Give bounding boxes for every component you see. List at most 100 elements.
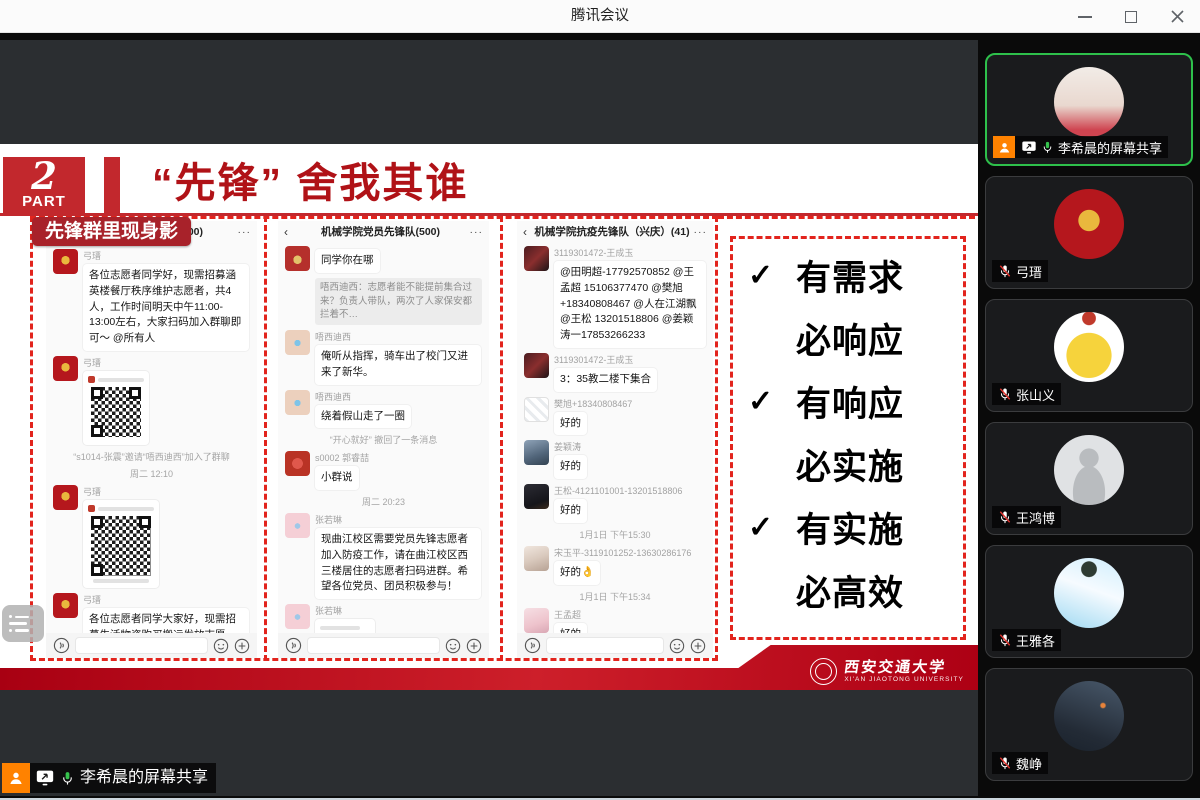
close-button[interactable] <box>1154 0 1200 33</box>
meeting-window: 腾讯会议 2 PART “先锋” 舍我其谁 先锋群里现身影 <box>0 0 1200 800</box>
chat-message: 弓瑨 <box>53 485 250 588</box>
avatar-wang-chengyu <box>524 353 549 378</box>
mic-on-icon <box>60 770 75 786</box>
voice-icon <box>53 637 70 654</box>
avatar <box>1054 312 1124 382</box>
system-message: “s1014-张震”邀请“唔西迪西”加入了群聊 <box>53 450 250 463</box>
participant-name: 弓瑨 <box>1016 262 1042 281</box>
mic-muted-icon <box>998 264 1012 278</box>
annotation-toolbar-handle[interactable] <box>2 605 44 642</box>
chat-message: 张若琳 现曲江校区需要党员先锋志愿者加入防疫工作，请在曲江校区西三楼居住的志愿者… <box>285 513 482 599</box>
avatar-pink-bear <box>285 513 310 538</box>
participant-tile[interactable]: 王雅各 <box>985 545 1193 658</box>
participant-tile[interactable]: 王鸿博 <box>985 422 1193 535</box>
checklist-row: 必响应 <box>748 307 958 370</box>
qr-code <box>91 516 151 576</box>
title-accent-bar <box>104 157 120 213</box>
screen-share-icon <box>35 769 55 787</box>
checklist-row: ✓有需求 <box>748 244 958 307</box>
check-icon: ✓ <box>748 384 796 419</box>
avatar <box>1054 67 1124 137</box>
screen-share-indicator: 李希晨的屏幕共享 <box>2 763 216 793</box>
checklist-row: ✓有实施 <box>748 496 958 559</box>
voice-icon <box>524 637 541 654</box>
avatar <box>1054 681 1124 751</box>
window-title: 腾讯会议 <box>0 0 1200 33</box>
checklist-row: 必高效 <box>748 559 958 622</box>
chat-message: 唔西迪西 俺听从指挥，骑车出了校门又进来了新华。 <box>285 330 482 385</box>
chat-text-input <box>75 637 208 654</box>
check-icon: ✓ <box>748 258 796 293</box>
timestamp: 周二 20:23 <box>285 495 482 508</box>
avatar-pink-photo <box>524 608 549 633</box>
back-icon: ‹ <box>523 225 533 239</box>
titlebar: 腾讯会议 <box>0 0 1200 33</box>
chat3-header: ‹ 机械学院抗疫先锋队（兴庆）(41) ··· <box>517 221 713 242</box>
minimize-button[interactable] <box>1062 0 1108 33</box>
chat-text-input <box>546 637 664 654</box>
avatar-bear-mask <box>285 330 310 355</box>
participant-name: 王鸿博 <box>1016 508 1055 527</box>
section-badge: 先锋群里现身影 <box>32 217 191 246</box>
university-name-cn: 西安交通大学 <box>843 660 965 676</box>
avatar-ironman <box>53 593 78 618</box>
message-bubble: 同学你在哪 <box>315 249 380 273</box>
mic-muted-icon <box>998 510 1012 524</box>
emoji-icon <box>445 638 461 654</box>
participant-name: 魏峥 <box>1016 754 1042 773</box>
chat-message: s0002 郭睿喆 小群说 <box>285 451 482 490</box>
chat2-messages: 同学你在哪 唔西迪西：志愿者能不能提前集合过来？负责人带队，两次了人家保安都拦着… <box>278 242 489 633</box>
participant-tile[interactable]: 魏峥 <box>985 668 1193 781</box>
chat-message: 张若琳 <box>285 604 482 633</box>
participant-tile-sharing[interactable]: 李希晨的屏幕共享 <box>985 53 1193 166</box>
message-bubble: 绕着假山走了一圈 <box>315 405 411 429</box>
chat-message: 唔西迪西 绕着假山走了一圈 <box>285 390 482 429</box>
avatar-ironman <box>53 485 78 510</box>
participant-name: 李希晨的屏幕共享 <box>1058 138 1162 157</box>
plus-icon <box>234 638 250 654</box>
maximize-button[interactable] <box>1108 0 1154 33</box>
chat3-messages: 3119301472-王成玉 @田明超-17792570852 @王孟超 151… <box>517 242 713 633</box>
message-bubble: 好的 <box>554 455 587 479</box>
message-bubble: @田明超-17792570852 @王孟超 15106377470 @樊旭 +1… <box>554 261 706 348</box>
chat-message: 同学你在哪 <box>285 246 482 273</box>
shared-screen: 2 PART “先锋” 舍我其谁 先锋群里现身影 ✓有需求 必响应 ✓有响应 <box>0 40 978 796</box>
message-bubble: 好的 <box>554 623 587 634</box>
qr-code <box>91 387 141 437</box>
participant-tile[interactable]: 弓瑨 <box>985 176 1193 289</box>
chat-message: 姜颖涛 好的 <box>524 440 706 479</box>
chat1-messages: 弓瑨 各位志愿者同学好，现需招募涵英楼餐厅秩序维护志愿者，共4人，工作时间明天中… <box>46 242 257 633</box>
avatar-child-photo <box>524 546 549 571</box>
chat-message: 王孟超 好的 <box>524 608 706 634</box>
quoted-message: 唔西迪西：志愿者能不能提前集合过来？负责人带队，两次了人家保安都拦着不… <box>315 278 482 325</box>
more-menu-icon: ··· <box>691 226 707 238</box>
checklist-row: 必实施 <box>748 433 958 496</box>
university-name-en: XI'AN JIAOTONG UNIVERSITY <box>844 676 964 683</box>
avatar-ironman <box>53 356 78 381</box>
close-icon <box>1171 10 1184 23</box>
message-bubble: 好的👌 <box>554 561 600 585</box>
chat-panel-3: ‹ 机械学院抗疫先锋队（兴庆）(41) ··· 3119301472-王成玉 @… <box>517 221 713 658</box>
dashed-top-extension <box>718 216 975 219</box>
chat-message: 弓瑨 <box>53 356 250 445</box>
plus-icon <box>466 638 482 654</box>
chat2-input-bar <box>278 633 489 658</box>
message-bubble: 俺听从指挥，骑车出了校门又进来了新华。 <box>315 345 481 385</box>
qr-card <box>315 619 375 633</box>
part-word: PART <box>3 195 85 209</box>
avatar-bear-mask <box>285 390 310 415</box>
message-bubble: 小群说 <box>315 466 359 490</box>
emoji-icon <box>213 638 229 654</box>
emoji-icon <box>669 638 685 654</box>
part-number: 2 <box>3 157 85 195</box>
shared-screen-stage: 2 PART “先锋” 舍我其谁 先锋群里现身影 ✓有需求 必响应 ✓有响应 <box>0 33 978 800</box>
avatar-red-robot <box>285 451 310 476</box>
dashed-divider-1 <box>264 216 267 661</box>
participant-tile[interactable]: 张山义 <box>985 299 1193 412</box>
mic-muted-icon <box>998 633 1012 647</box>
more-menu-icon: ··· <box>235 226 251 238</box>
mic-on-icon <box>1041 140 1054 154</box>
chat-message: 樊旭+18340808467 好的 <box>524 397 706 436</box>
more-menu-icon: ··· <box>467 226 483 238</box>
chat-message: 王松-4121101001-13201518806 好的 <box>524 484 706 523</box>
